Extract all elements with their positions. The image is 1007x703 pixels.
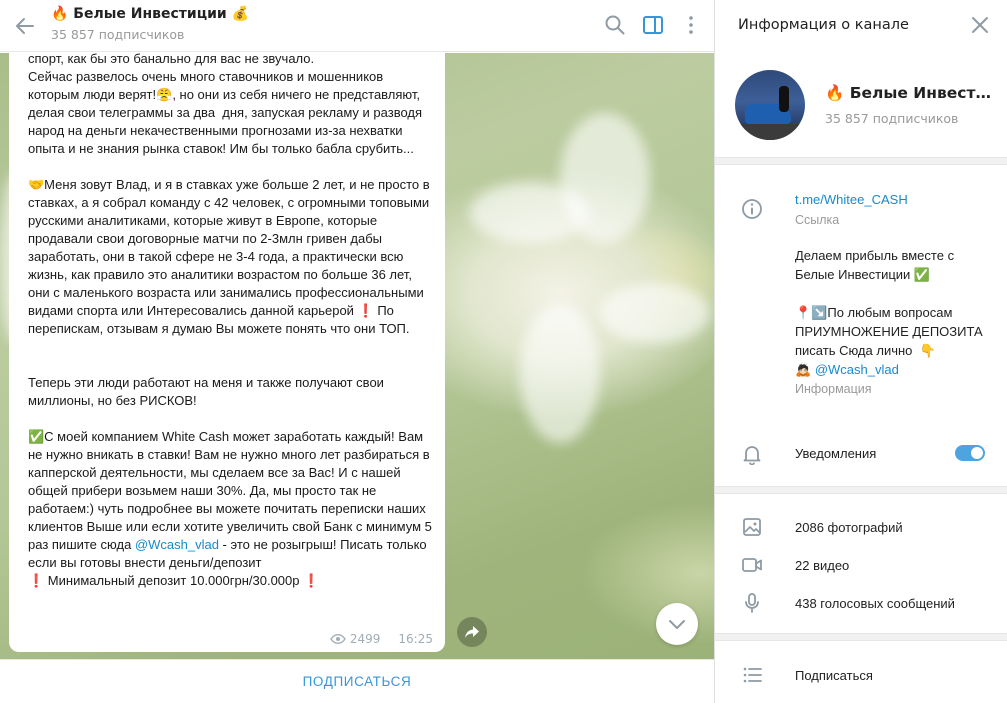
search-icon[interactable] xyxy=(604,14,626,36)
channel-link[interactable]: t.me/Whitee_CASH xyxy=(795,192,908,207)
bell-icon xyxy=(743,446,761,465)
wallpaper-petal xyxy=(560,113,650,243)
info-icon xyxy=(742,199,762,219)
message-body: спорт, как бы это банально для вас не зв… xyxy=(28,53,432,552)
share-arrow-icon xyxy=(465,626,479,638)
info-channel-name: 🔥 Белые Инвестиции 💰 xyxy=(825,84,995,102)
section-separator xyxy=(715,486,1007,494)
subscribe-bar: ПОДПИСАТЬСЯ xyxy=(0,659,714,703)
chevron-down-icon xyxy=(669,620,685,629)
message-views: 2499 xyxy=(349,632,381,646)
message-time: 16:25 xyxy=(398,632,433,646)
channel-description: Делаем прибыль вместе с Белые Инвестиции… xyxy=(795,246,995,379)
channel-title[interactable]: 🔥 Белые Инвестиции 💰 xyxy=(51,6,249,22)
views-eye-icon xyxy=(330,634,346,644)
close-icon[interactable] xyxy=(971,16,989,34)
message-meta: 2499 16:25 xyxy=(330,632,433,646)
more-vertical-icon[interactable] xyxy=(680,14,702,36)
section-separator xyxy=(715,633,1007,641)
channel-message: спорт, как бы это банально для вас не зв… xyxy=(9,53,445,652)
wallpaper-petal xyxy=(520,303,600,443)
media-photos[interactable]: 2086 фотографий xyxy=(795,520,903,535)
list-icon xyxy=(743,667,762,683)
description-caption: Информация xyxy=(795,382,872,396)
message-text: спорт, как бы это банально для вас не зв… xyxy=(28,53,433,590)
description-text: Делаем прибыль вместе с Белые Инвестиции… xyxy=(795,248,983,377)
sidebar-toggle-icon[interactable] xyxy=(642,14,664,36)
avatar-ground xyxy=(735,124,805,140)
wallpaper-petal xyxy=(600,283,710,343)
description-mention-link[interactable]: @Wcash_vlad xyxy=(815,362,899,377)
video-icon xyxy=(742,558,762,572)
info-panel-title: Информация о канале xyxy=(738,17,909,33)
media-voice-messages[interactable]: 438 голосовых сообщений xyxy=(795,596,955,611)
media-videos[interactable]: 22 видео xyxy=(795,558,849,573)
photo-icon xyxy=(743,518,761,536)
message-mention-link[interactable]: @Wcash_vlad xyxy=(135,537,219,552)
scroll-down-button[interactable] xyxy=(656,603,698,645)
subscribe-button[interactable]: ПОДПИСАТЬСЯ xyxy=(303,674,412,689)
channel-info-panel: Информация о канале 🔥 Белые Инвестиции 💰… xyxy=(714,0,1007,703)
microphone-icon xyxy=(745,593,759,613)
avatar-person xyxy=(779,86,789,112)
info-channel-subscribers: 35 857 подписчиков xyxy=(825,111,959,126)
channel-link-caption: Ссылка xyxy=(795,213,840,227)
chat-header: 🔥 Белые Инвестиции 💰 35 857 подписчиков xyxy=(0,0,714,52)
channel-avatar[interactable] xyxy=(735,70,805,140)
chat-area: 🔥 Белые Инвестиции 💰 35 857 подписчиков … xyxy=(0,0,714,703)
channel-subscribers: 35 857 подписчиков xyxy=(51,27,185,42)
subscribe-link[interactable]: Подписаться xyxy=(795,668,873,683)
notifications-label: Уведомления xyxy=(795,446,877,461)
section-separator xyxy=(715,157,1007,165)
back-arrow-icon[interactable] xyxy=(14,15,36,37)
share-button[interactable] xyxy=(457,617,487,647)
notifications-toggle[interactable] xyxy=(955,445,985,461)
